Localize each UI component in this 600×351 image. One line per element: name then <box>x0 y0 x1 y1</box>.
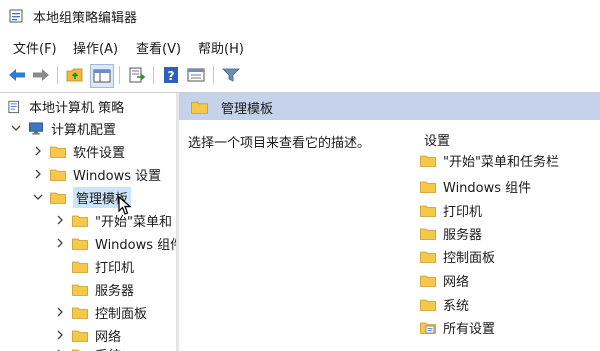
list-item-label: "开始"菜单和任务栏 <box>443 154 559 170</box>
filter-icon <box>222 68 240 82</box>
folder-icon <box>72 261 88 273</box>
toolbar: ? <box>0 60 600 90</box>
chevron-right-icon[interactable] <box>54 214 66 226</box>
export-list-icon <box>129 67 146 83</box>
details-header-title: 管理模板 <box>221 102 274 117</box>
list-item-label: 所有设置 <box>443 321 496 337</box>
window-title: 本地组策略编辑器 <box>33 11 138 26</box>
forward-arrow-icon <box>33 69 49 81</box>
chevron-right-icon[interactable] <box>32 145 44 157</box>
list-item-printers[interactable]: 打印机 <box>420 199 482 221</box>
chevron-down-icon[interactable] <box>32 191 44 203</box>
folder-icon <box>72 307 88 319</box>
folder-icon <box>72 238 88 250</box>
up-one-level-button[interactable] <box>64 64 86 86</box>
folder-icon <box>50 146 66 158</box>
tree-label-printers: 打印机 <box>95 260 135 276</box>
chevron-right-icon[interactable] <box>32 168 44 180</box>
list-item-label: Windows 组件 <box>443 180 532 196</box>
tree-label-windows-components: Windows 组件 <box>95 237 176 253</box>
chevron-right-icon[interactable] <box>54 237 66 249</box>
header-curve-decoration <box>399 120 600 133</box>
tree-label-root: 本地计算机 策略 <box>29 100 125 116</box>
tree-item-system[interactable]: 系统 <box>54 343 121 351</box>
tree-label-software-settings: 软件设置 <box>73 145 126 161</box>
tree-item-printers[interactable]: 打印机 <box>72 255 134 277</box>
tree-label-computer-config: 计算机配置 <box>51 122 117 138</box>
folder-icon <box>72 349 88 351</box>
details-pane: 管理模板 选择一个项目来查看它的描述。 设置 "开始"菜单和任务栏 Window… <box>179 93 600 351</box>
list-item-control-panel[interactable]: 控制面板 <box>420 245 495 267</box>
properties-button[interactable] <box>185 64 207 86</box>
tree-pane[interactable]: 本地计算机 策略 计算机配置 软件设置 Windows 设置 管理模板 "开始"… <box>0 93 176 351</box>
tree-label-network: 网络 <box>95 329 122 345</box>
list-item-label: 打印机 <box>443 204 483 220</box>
list-item-windows-components[interactable]: Windows 组件 <box>420 175 531 197</box>
folder-icon <box>72 284 88 296</box>
properties-icon <box>187 68 205 82</box>
tree-item-windows-components[interactable]: Windows 组件 <box>54 232 176 254</box>
settings-column-header[interactable]: 设置 <box>424 130 450 149</box>
chevron-right-icon[interactable] <box>54 306 66 318</box>
list-item-all-settings[interactable]: 所有设置 <box>420 316 495 338</box>
policy-doc-icon <box>8 100 19 113</box>
policy-app-icon <box>9 9 23 23</box>
list-item-label: 网络 <box>443 274 470 290</box>
folder-icon <box>50 169 66 181</box>
list-item-start-menu[interactable]: "开始"菜单和任务栏 <box>420 149 559 171</box>
chevron-down-icon[interactable] <box>10 122 22 134</box>
tree-item-root[interactable]: 本地计算机 策略 <box>8 95 124 117</box>
tree-item-server[interactable]: 服务器 <box>72 278 134 300</box>
help-button[interactable]: ? <box>160 64 182 86</box>
tree-item-windows-settings[interactable]: Windows 设置 <box>32 163 161 185</box>
folder-icon <box>420 181 436 193</box>
list-item-label: 控制面板 <box>443 250 496 266</box>
tree-item-software-settings[interactable]: 软件设置 <box>32 140 125 162</box>
back-arrow-icon <box>9 69 25 81</box>
folder-icon <box>72 330 88 342</box>
tree-label-start-menu: "开始"菜单和 <box>95 214 172 230</box>
title-bar: 本地组策略编辑器 <box>0 0 600 32</box>
forward-button[interactable] <box>30 64 52 86</box>
svg-text:?: ? <box>168 69 175 83</box>
computer-icon <box>29 121 43 135</box>
tree-item-control-panel[interactable]: 控制面板 <box>54 301 147 323</box>
menu-help[interactable]: 帮助(H) <box>198 38 244 57</box>
export-list-button[interactable] <box>126 64 148 86</box>
up-folder-icon <box>66 68 83 82</box>
folder-icon <box>420 299 436 311</box>
list-item-server[interactable]: 服务器 <box>420 222 482 244</box>
tree-item-admin-templates[interactable]: 管理模板 <box>32 186 132 208</box>
description-text: 选择一个项目来查看它的描述。 <box>188 136 371 151</box>
list-item-system[interactable]: 系统 <box>420 293 469 315</box>
list-item-label: 系统 <box>443 298 470 314</box>
tree-label-server: 服务器 <box>95 283 135 299</box>
tree-item-computer-config[interactable]: 计算机配置 <box>10 117 116 139</box>
menu-bar: 文件(F) 操作(A) 查看(V) 帮助(H) <box>0 36 600 58</box>
folder-icon <box>420 155 436 167</box>
folder-icon <box>420 228 436 240</box>
show-hide-tree-icon <box>93 69 111 83</box>
back-button[interactable] <box>6 64 28 86</box>
filter-button[interactable] <box>220 64 242 86</box>
chevron-right-icon[interactable] <box>54 329 66 341</box>
folder-icon <box>50 192 66 204</box>
list-item-label: 服务器 <box>443 227 483 243</box>
list-item-network[interactable]: 网络 <box>420 269 469 291</box>
tree-label-control-panel: 控制面板 <box>95 306 148 322</box>
folder-icon <box>191 101 208 114</box>
folder-icon <box>420 275 436 287</box>
folder-icon <box>420 205 436 217</box>
folder-icon <box>72 215 88 227</box>
help-icon: ? <box>164 67 178 83</box>
menu-file[interactable]: 文件(F) <box>13 38 57 57</box>
folder-icon <box>420 251 436 263</box>
show-hide-tree-button[interactable] <box>90 64 114 88</box>
menu-action[interactable]: 操作(A) <box>73 38 118 57</box>
tree-label-system: 系统 <box>95 345 121 351</box>
all-settings-icon <box>420 322 436 334</box>
tree-label-windows-settings: Windows 设置 <box>73 168 162 184</box>
menu-view[interactable]: 查看(V) <box>136 38 181 57</box>
tree-item-start-menu[interactable]: "开始"菜单和 <box>54 209 172 231</box>
